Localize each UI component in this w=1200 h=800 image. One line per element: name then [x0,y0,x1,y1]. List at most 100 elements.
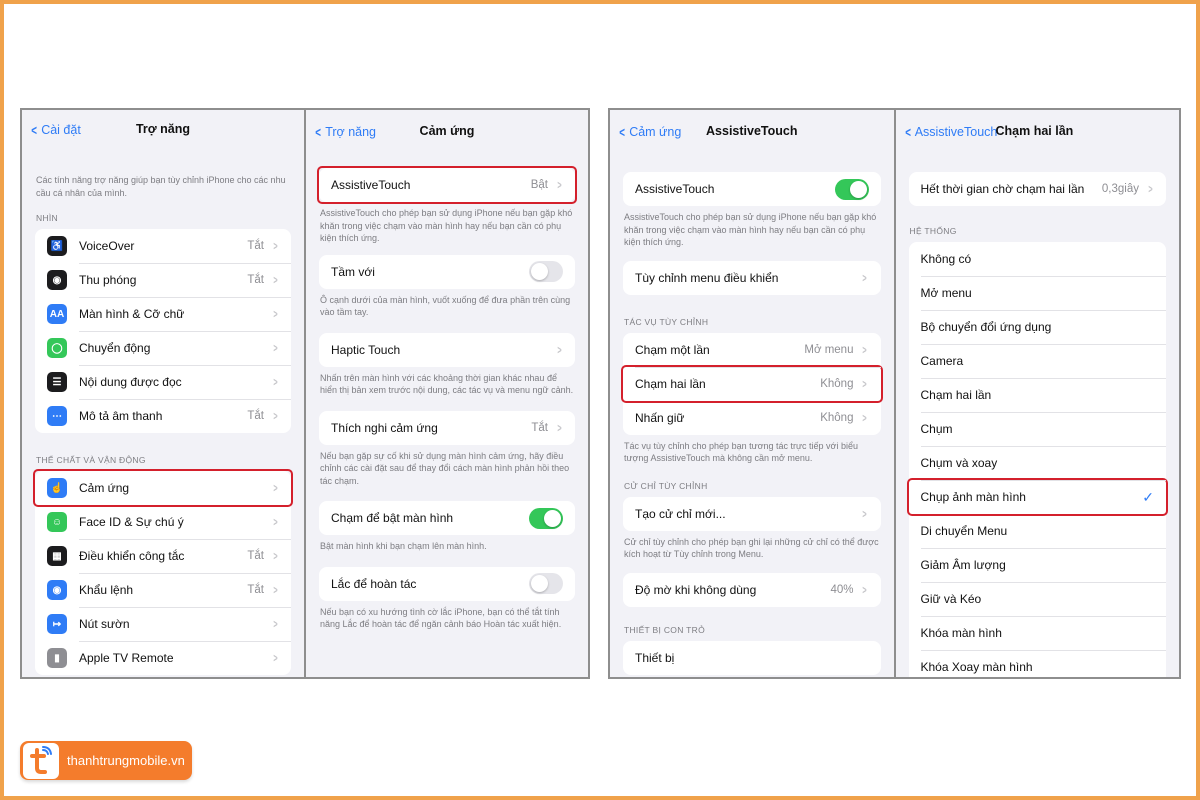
touch-screen: < Trợ năng Cảm ứng AssistiveTouch Bật > … [306,110,588,677]
option-hold-drag[interactable]: Giữ và Kéo [909,582,1167,616]
list-item-zoom[interactable]: ◉ Thu phóng Tắt > [35,263,291,297]
apple-tv-remote-icon: ▮ [47,648,67,668]
voice-control-icon: ◉ [47,580,67,600]
list-item-apple-tv-remote[interactable]: ▮ Apple TV Remote > [35,641,291,675]
system-options-list: Không có Mở menu Bộ chuyển đổi ứng dụng … [906,242,1168,677]
section-header-system: HỆ THỐNG [909,226,957,236]
item-label: Cảm ứng [79,481,130,495]
double-tap-screen: < AssistiveTouch Chạm hai lần Hết thời g… [895,110,1180,677]
chevron-right-icon: > [273,307,278,321]
item-label: Chạm hai lần [635,376,706,391]
chevron-left-icon: < [904,124,911,140]
item-value: Tắt [247,240,264,252]
chevron-right-icon: > [273,273,278,287]
tap-to-wake-toggle[interactable] [529,507,563,529]
back-button[interactable]: < AssistiveTouch [904,124,998,140]
reachability-toggle[interactable] [529,261,563,282]
accommodations-description: Nếu bạn gặp sự cố khi sử dụng màn hình c… [320,450,570,486]
section-header-physical: THỂ CHẤT VÀ VẬN ĐỘNG [36,455,146,465]
chevron-right-icon: > [273,375,278,389]
vision-list: ♿ VoiceOver Tắt > ◉ Thu phóng Tắt > AA M… [35,229,291,433]
list-item-switch-control[interactable]: ▦ Điều khiển công tắc Tắt > [35,539,291,573]
gesture-card: Tạo cử chỉ mới... > [623,496,881,531]
list-item-voice-control[interactable]: ◉ Khẩu lệnh Tắt > [35,573,291,607]
customize-card: Tùy chỉnh menu điều khiển > [623,260,881,295]
item-value: 40% [830,583,854,596]
list-item-spoken-content[interactable]: ☰ Nội dung được đọc > [35,365,291,399]
shake-description: Nếu bạn có xu hướng tình cờ lắc iPhone, … [320,606,562,630]
single-tap-row[interactable]: Chạm một lần Mở menu > [623,333,881,367]
item-label: AssistiveTouch [635,182,715,196]
switch-control-icon: ▦ [47,546,67,566]
item-label: Khẩu lệnh [79,583,134,597]
back-label: AssistiveTouch [914,125,998,139]
reachability-row: Tầm với [319,255,575,289]
option-lock-screen[interactable]: Khóa màn hình [909,616,1167,650]
side-button-icon: ↦ [47,614,67,634]
item-label: AssistiveTouch [331,178,411,192]
haptic-description: Nhấn trên màn hình với các khoảng thời g… [320,372,574,396]
list-item-faceid[interactable]: ☺ Face ID & Sự chú ý > [35,505,291,539]
option-pinch[interactable]: Chụm [909,412,1167,446]
description: Các tính năng trợ năng giúp bạn tùy chỉn… [36,175,286,198]
motion-icon: ◯ [47,338,67,358]
list-item-voiceover[interactable]: ♿ VoiceOver Tắt > [35,229,291,263]
double-tap-timeout-row[interactable]: Hết thời gian chờ chạm hai lần 0,3giây > [909,172,1167,206]
navbar: < Cài đặt Trợ năng [22,110,304,154]
double-tap-row[interactable]: Chạm hai lần Không > [621,364,883,403]
customize-menu-row[interactable]: Tùy chỉnh menu điều khiển > [623,261,881,295]
chevron-right-icon: > [273,341,278,355]
item-value: Tắt [531,421,548,434]
item-label: Lắc để hoàn tác [331,576,417,591]
item-label: Nhấn giữ [635,410,685,425]
list-item-touch[interactable]: ☝ Cảm ứng > [33,469,293,507]
create-gesture-row[interactable]: Tạo cử chỉ mới... > [623,497,881,531]
option-pinch-rotate[interactable]: Chụm và xoay [909,446,1167,480]
zoom-icon: ◉ [47,270,67,290]
option-open-menu[interactable]: Mở menu [909,276,1167,310]
list-item-display-text-size[interactable]: AA Màn hình & Cỡ chữ > [35,297,291,331]
page-title: Chạm hai lần [995,124,1074,138]
pointer-devices-row[interactable]: Thiết bị [623,641,881,675]
assistive-description: AssistiveTouch cho phép bạn sử dụng iPho… [320,208,573,243]
tt-logo-icon [23,742,59,779]
shake-to-undo-toggle[interactable] [529,573,563,594]
option-app-switcher[interactable]: Bộ chuyển đổi ứng dụng [909,310,1167,344]
list-item-side-button[interactable]: ↦ Nút sườn > [35,607,291,641]
item-label: Chuyển động [79,341,151,355]
option-label: Giữ và Kéo [920,592,982,606]
option-volume-down[interactable]: Giảm Âm lượng [909,548,1167,582]
option-camera[interactable]: Camera [909,344,1167,378]
option-label: Chụp ảnh màn hình [920,490,1026,504]
assistivetouch-row[interactable]: AssistiveTouch Bật > [317,166,577,204]
option-none[interactable]: Không có [909,242,1167,276]
chevron-right-icon: > [273,583,278,597]
idle-opacity-card: Độ mờ khi không dùng 40% > [623,572,881,607]
item-label: Tạo cử chỉ mới... [635,506,726,521]
idle-opacity-row[interactable]: Độ mờ khi không dùng 40% > [623,573,881,607]
section-header-custom-gestures: CỬ CHỈ TÙY CHỈNH [624,480,708,491]
item-label: Hết thời gian chờ chạm hai lần [920,182,1085,196]
touch-accommodations-row[interactable]: Thích nghi cảm ứng Tắt > [319,411,575,445]
chevron-right-icon: > [862,582,868,597]
list-item-motion[interactable]: ◯ Chuyển động > [35,331,291,365]
option-screenshot[interactable]: Chụp ảnh màn hình ✓ [906,478,1168,516]
text-size-icon: AA [47,304,67,324]
option-label: Chạm hai lần [920,388,992,402]
item-label: Thu phóng [79,273,137,287]
option-lock-rotation[interactable]: Khóa Xoay màn hình [909,650,1167,677]
option-double-tap[interactable]: Chạm hai lần [909,378,1167,412]
assistivetouch-toggle[interactable] [834,178,869,200]
list-item-audio-description[interactable]: ⋯ Mô tả âm thanh Tắt > [35,399,291,433]
haptic-touch-row[interactable]: Haptic Touch > [319,333,575,367]
assistive-card: AssistiveTouch [623,172,881,206]
navbar: < AssistiveTouch Chạm hai lần [896,110,1180,154]
item-value: Không [820,377,854,390]
option-move-menu[interactable]: Di chuyển Menu [909,514,1167,548]
left-screenshot-group: < Cài đặt Trợ năng Các tính năng trợ năn… [20,108,590,679]
item-value: Không [820,411,854,424]
checkmark-icon: ✓ [1142,488,1154,505]
reach-description: Ô cạnh dưới của màn hình, vuốt xuống để … [320,294,571,318]
physical-list: ☝ Cảm ứng > ☺ Face ID & Sự chú ý > ▦ Điề… [33,469,293,675]
long-press-row[interactable]: Nhấn giữ Không > [623,400,881,435]
